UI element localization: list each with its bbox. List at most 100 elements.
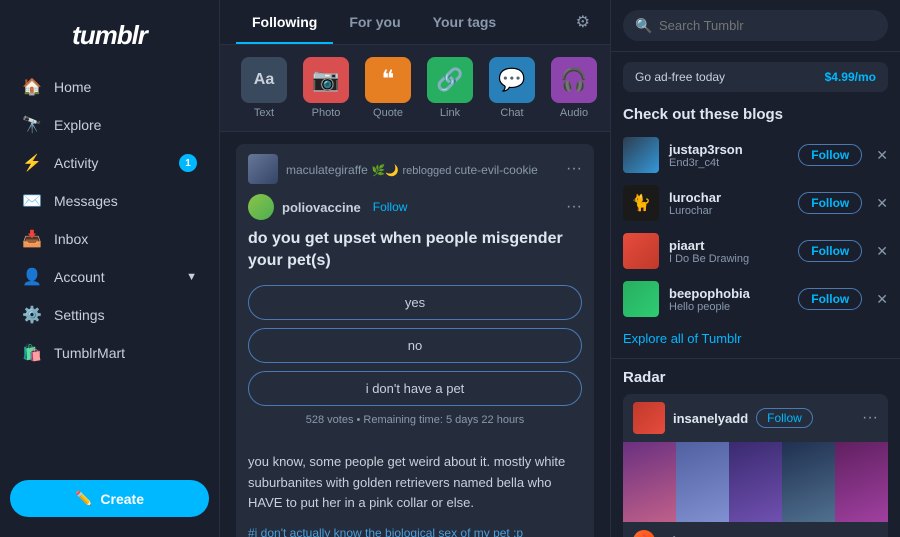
reblogger-emojis: 🌿🌙 [371, 165, 398, 177]
post-type-audio[interactable]: 🎧 Audio [546, 57, 602, 119]
sidebar-item-tumblrmart[interactable]: 🛍️ TumblrMart [10, 335, 209, 371]
radar-image-4 [782, 442, 835, 522]
post-type-photo[interactable]: 📷 Photo [298, 57, 354, 119]
tab-following[interactable]: Following [236, 2, 333, 44]
follow-button-0[interactable]: Follow [798, 144, 862, 166]
tab-your-tags[interactable]: Your tags [417, 2, 513, 44]
hashtag-1: #i don't actually know the biological se… [248, 526, 523, 537]
blogs-section-title: Check out these blogs [611, 102, 900, 131]
create-button[interactable]: ✏️ Create [10, 480, 209, 517]
blog-info-2: piaart I Do Be Drawing [669, 238, 788, 265]
sidebar: tumblr 🏠 Home 🔭 Explore ⚡ Activity 1 ✉️ … [0, 0, 220, 537]
explore-all-link[interactable]: Explore all of Tumblr [611, 323, 900, 359]
radar-avatar [633, 402, 665, 434]
settings-icon: ⚙️ [22, 305, 42, 325]
sidebar-item-messages[interactable]: ✉️ Messages [10, 183, 209, 219]
post-author-header: poliovaccine Follow ··· [236, 194, 594, 228]
sidebar-item-label-explore: Explore [54, 117, 101, 133]
radar-title: Radar [623, 369, 888, 386]
poll-option-no[interactable]: no [248, 328, 582, 363]
search-input[interactable] [623, 10, 888, 41]
feed: maculategiraffe 🌿🌙 reblogged cute-evil-c… [220, 132, 610, 537]
blog-handle-2: I Do Be Drawing [669, 253, 788, 265]
poll-question: do you get upset when people misgender y… [248, 228, 582, 273]
author-avatar [248, 194, 274, 220]
blog-handle-1: Lurochar [669, 205, 788, 217]
author-username[interactable]: poliovaccine [282, 200, 361, 215]
blog-item-1: 🐈 lurochar Lurochar Follow ✕ [623, 179, 888, 227]
tab-for-you[interactable]: For you [333, 2, 416, 44]
dismiss-button-2[interactable]: ✕ [876, 243, 888, 260]
radar-username[interactable]: insanelyadd [673, 411, 748, 426]
radar-section: Radar insanelyadd Follow ··· 🔥 Blaze [611, 359, 900, 537]
post-card: maculategiraffe 🌿🌙 reblogged cute-evil-c… [236, 144, 594, 537]
post-type-bar: Aa Text 📷 Photo ❝ Quote 🔗 Link 💬 Chat 🎧 … [220, 45, 610, 132]
sidebar-item-inbox[interactable]: 📥 Inbox [10, 221, 209, 257]
search-section: 🔍 [611, 0, 900, 52]
radar-options-icon[interactable]: ··· [862, 409, 878, 427]
radar-image-1 [623, 442, 676, 522]
dismiss-button-1[interactable]: ✕ [876, 195, 888, 212]
blog-avatar-2 [623, 233, 659, 269]
ad-price: $4.99/mo [825, 70, 876, 84]
messages-icon: ✉️ [22, 191, 42, 211]
poll-option-yes[interactable]: yes [248, 285, 582, 320]
create-label: Create [100, 491, 144, 507]
explore-icon: 🔭 [22, 115, 42, 135]
feed-settings-icon[interactable]: ⚙ [572, 0, 594, 44]
blog-avatar-0 [623, 137, 659, 173]
blog-name-1: lurochar [669, 190, 788, 205]
reblogger-username[interactable]: maculategiraffe [286, 163, 368, 177]
sidebar-nav: 🏠 Home 🔭 Explore ⚡ Activity 1 ✉️ Message… [0, 69, 219, 371]
poll-option-no-pet[interactable]: i don't have a pet [248, 371, 582, 406]
sidebar-item-label-settings: Settings [54, 307, 105, 323]
post-reblog-header: maculategiraffe 🌿🌙 reblogged cute-evil-c… [236, 144, 594, 194]
post-type-chat[interactable]: 💬 Chat [484, 57, 540, 119]
post-type-text[interactable]: Aa Text [236, 57, 292, 119]
sidebar-item-activity[interactable]: ⚡ Activity 1 [10, 145, 209, 181]
blog-avatar-1: 🐈 [623, 185, 659, 221]
radar-card-header: insanelyadd Follow ··· [623, 394, 888, 442]
ad-banner[interactable]: Go ad-free today $4.99/mo [623, 62, 888, 92]
sidebar-item-explore[interactable]: 🔭 Explore [10, 107, 209, 143]
sidebar-item-label-tumblrmart: TumblrMart [54, 345, 125, 361]
tumblrmart-icon: 🛍️ [22, 343, 42, 363]
post-type-quote[interactable]: ❝ Quote [360, 57, 416, 119]
sidebar-item-account[interactable]: 👤 Account ▼ [10, 259, 209, 295]
follow-button-2[interactable]: Follow [798, 240, 862, 262]
post-inner-options-icon[interactable]: ··· [566, 198, 582, 216]
search-icon: 🔍 [635, 17, 652, 34]
blog-avatar-3 [623, 281, 659, 317]
follow-author-link[interactable]: Follow [373, 200, 408, 214]
reblog-source[interactable]: cute-evil-cookie [454, 163, 537, 177]
create-pencil-icon: ✏️ [75, 490, 92, 507]
post-options-icon[interactable]: ··· [566, 160, 582, 178]
post-type-link[interactable]: 🔗 Link [422, 57, 478, 119]
radar-blaze: 🔥 Blaze [623, 522, 888, 537]
radar-follow-button[interactable]: Follow [756, 408, 813, 428]
blog-name-0: justap3rson [669, 142, 788, 157]
ad-label: Go ad-free today [635, 70, 725, 84]
sidebar-item-settings[interactable]: ⚙️ Settings [10, 297, 209, 333]
follow-button-3[interactable]: Follow [798, 288, 862, 310]
account-arrow-icon: ▼ [186, 271, 197, 283]
blog-item-3: beepophobia Hello people Follow ✕ [623, 275, 888, 323]
reblog-label: reblogged [402, 165, 454, 177]
blog-name-3: beepophobia [669, 286, 788, 301]
blog-info-3: beepophobia Hello people [669, 286, 788, 313]
poll-content: do you get upset when people misgender y… [236, 228, 594, 448]
dismiss-button-3[interactable]: ✕ [876, 291, 888, 308]
follow-button-1[interactable]: Follow [798, 192, 862, 214]
blog-list: justap3rson End3r_c4t Follow ✕ 🐈 lurocha… [611, 131, 900, 323]
main-content: Following For you Your tags ⚙ Aa Text 📷 … [220, 0, 610, 537]
sidebar-item-label-home: Home [54, 79, 91, 95]
dismiss-button-0[interactable]: ✕ [876, 147, 888, 164]
app-logo: tumblr [0, 10, 219, 69]
blog-handle-3: Hello people [669, 301, 788, 313]
activity-badge: 1 [179, 154, 197, 172]
inbox-icon: 📥 [22, 229, 42, 249]
sidebar-bottom: ✏️ Create [0, 470, 219, 527]
blaze-label: Blaze [663, 534, 697, 537]
sidebar-item-home[interactable]: 🏠 Home [10, 69, 209, 105]
blog-item-2: piaart I Do Be Drawing Follow ✕ [623, 227, 888, 275]
